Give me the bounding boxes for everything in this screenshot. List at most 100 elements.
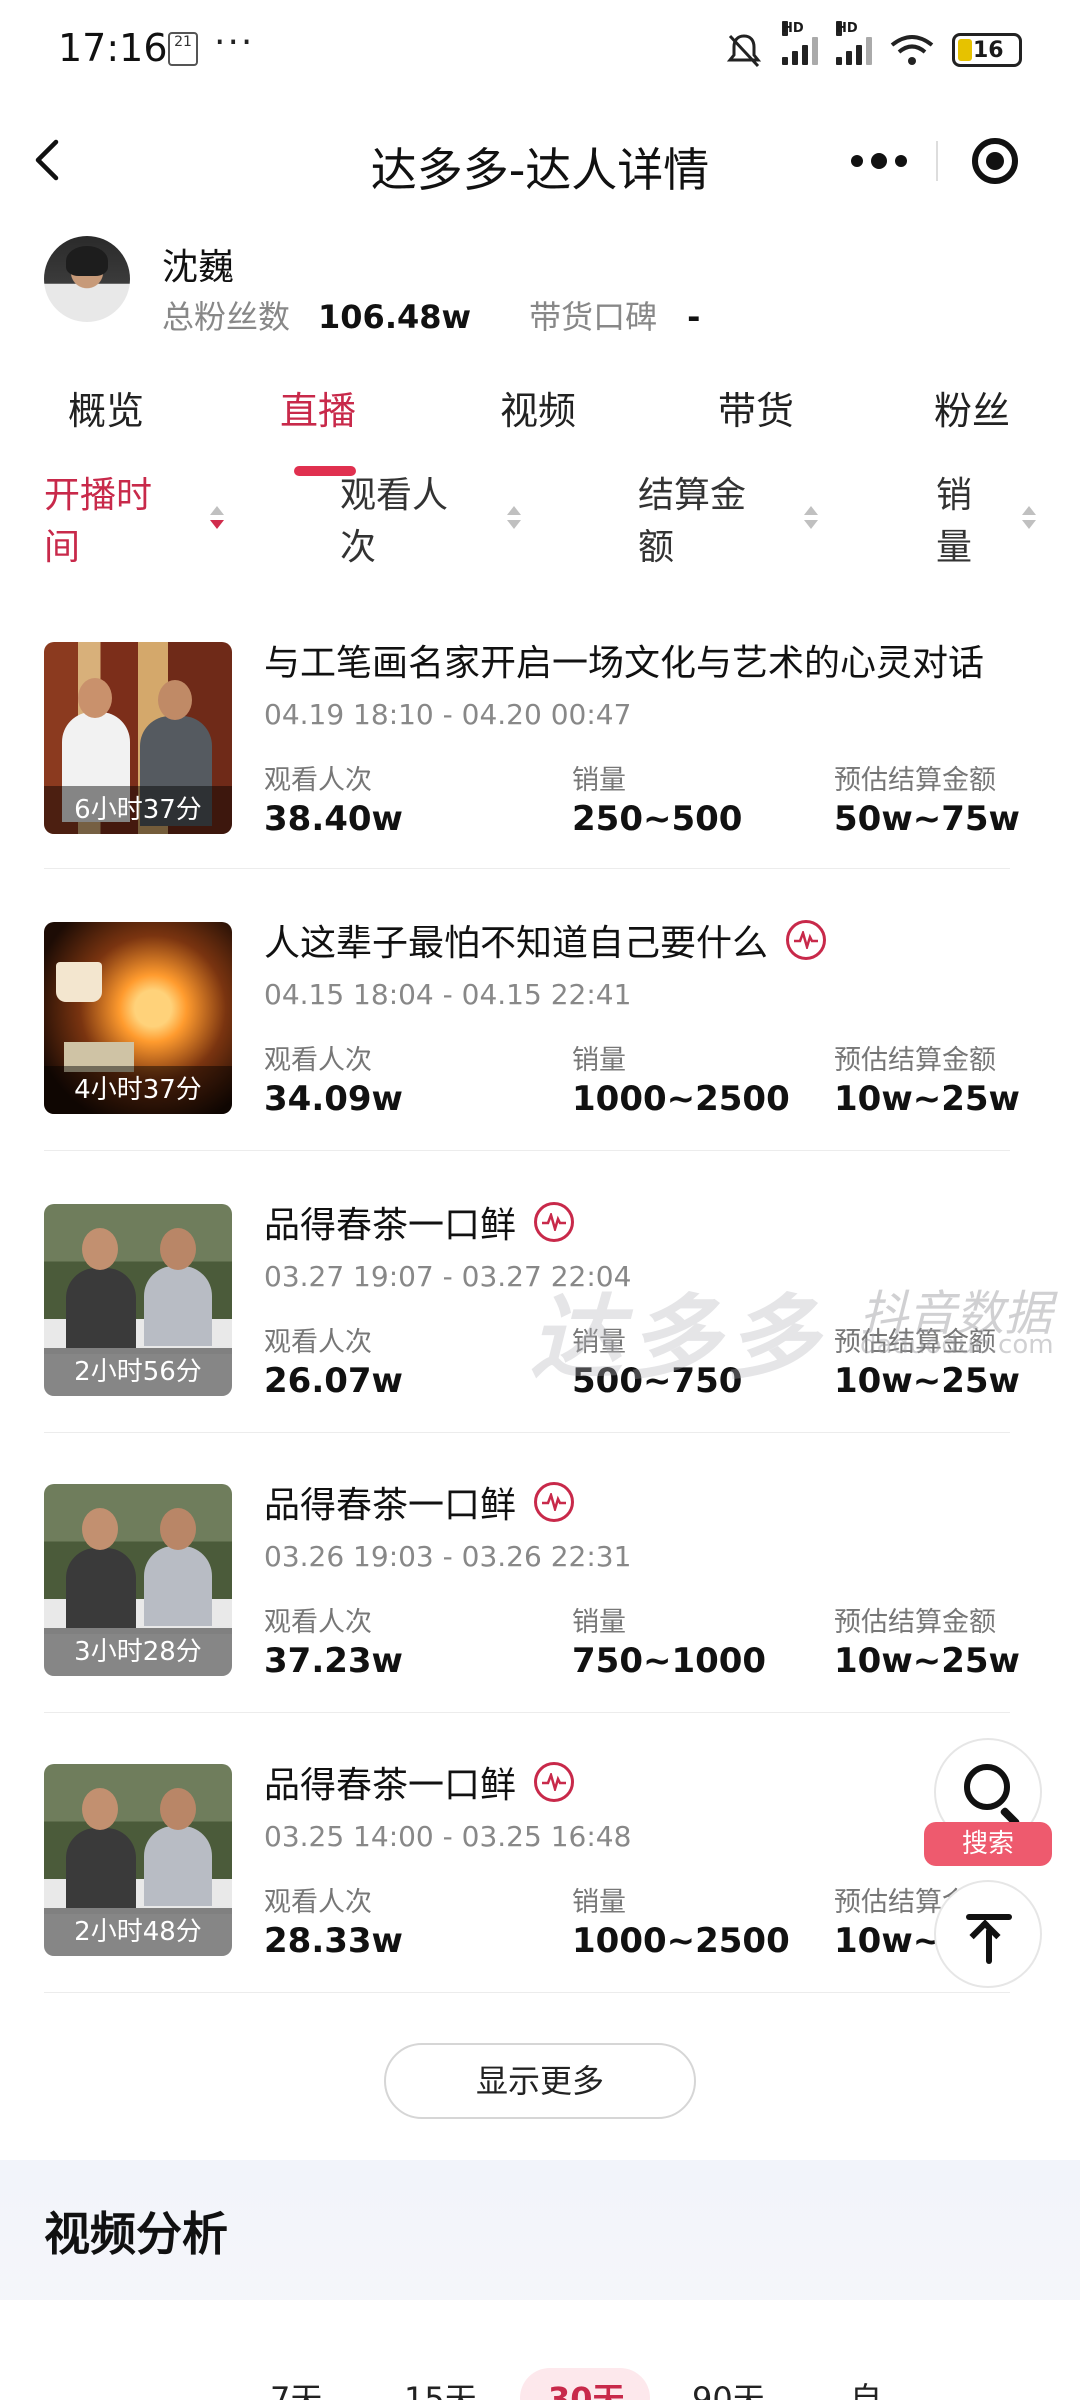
search-icon [964,1764,1010,1810]
metric-value: 10w~25w [834,1361,1020,1401]
more-menu-button[interactable] [822,153,936,169]
fans-value: 106.48w [318,298,472,336]
sort-label: 量 [936,527,973,568]
hd-label-2: HD [836,21,858,36]
arrow-up-icon [966,1914,1012,1920]
status-indicators: HD HD 16 [724,21,1022,72]
battery-icon: 16 [952,33,1022,67]
live-time: 04.15 18:04 - 04.15 22:41 [264,978,632,1011]
metric-label: 预估结算金额 [834,1045,996,1076]
tab-live[interactable]: 直播 [280,380,356,435]
sort-arrows-icon [1020,506,1036,536]
profile-stats: 总粉丝数 106.48w 带货口碑 - [162,292,700,338]
metric-label: 预估结算金额 [834,1327,996,1358]
list-item[interactable]: 6小时37分 与工笔画名家开启一场文化与艺术的心灵对话 04.19 18:10 … [44,632,1044,839]
metric-label: 销量 [572,1327,626,1358]
influencer-profile: 沈巍 总粉丝数 106.48w 带货口碑 - [44,236,1044,336]
sort-label: 间 [44,527,81,568]
status-bar: 17:16 21 ··· HD HD 16 [0,0,1080,100]
divider [44,1150,1010,1151]
sort-views[interactable]: 观看人 次 [340,470,448,574]
show-more-button[interactable]: 显示更多 [384,2043,696,2119]
metric-views: 观看人次 28.33w [264,1880,403,1961]
sort-bar: 开播时 间 观看人 次 结算金 额 销 量 [0,470,1080,580]
status-more-icon: ··· [214,22,255,63]
metric-value: 250~500 [572,799,743,839]
metric-value: 1000~2500 [572,1079,790,1119]
live-pulse-icon [534,1482,575,1522]
tab-15-days[interactable]: 15天 [404,2374,477,2400]
main-tabs: 概览 直播 视频 带货 粉丝 [0,370,1080,480]
tab-7-days[interactable]: 7天 [270,2374,322,2400]
status-time: 17:16 [58,26,168,70]
signal-icon: HD [782,21,818,65]
sort-start-time[interactable]: 开播时 间 [44,470,152,574]
metric-sales: 销量 250~500 [572,758,742,839]
tab-90-days[interactable]: 90天 [692,2374,765,2400]
metric-label: 预估结算金额 [834,765,996,796]
metric-value: 50w~75w [834,799,1020,839]
metric-sales: 销量 1000~2500 [572,1038,790,1119]
list-item[interactable]: 4小时37分 人这辈子最怕不知道自己要什么 04.15 18:04 - 04.1… [44,912,1044,1119]
tab-custom[interactable]: 自 [850,2374,882,2400]
metric-label: 观看人次 [264,1887,372,1918]
battery-level: 16 [973,38,1004,63]
tab-overview[interactable]: 概览 [68,380,144,435]
tab-video[interactable]: 视频 [500,380,576,435]
duration-badge: 3小时28分 [44,1628,232,1676]
mute-icon [726,34,762,68]
metric-value: 34.09w [264,1079,403,1119]
metric-label: 销量 [572,1045,626,1076]
live-thumbnail: 2小时48分 [44,1764,232,1956]
live-title: 人这辈子最怕不知道自己要什么 [264,914,827,966]
sort-settlement[interactable]: 结算金 额 [638,470,746,574]
back-to-top-button[interactable] [934,1880,1042,1988]
tab-fans[interactable]: 粉丝 [934,380,1010,435]
signal-icon-2: HD [836,21,872,65]
metric-label: 预估结算金额 [834,1607,996,1638]
metric-revenue: 预估结算金额 50w~75w [834,758,1020,839]
live-pulse-icon [786,920,827,960]
day-range-tabs: 7天 15天 30天 90天 自 [0,2368,1080,2400]
sort-label: 开播时 [44,475,153,516]
hd-label: HD [782,21,804,36]
live-pulse-icon [534,1762,575,1802]
live-thumbnail: 4小时37分 [44,922,232,1114]
metric-label: 观看人次 [264,1045,372,1076]
more-dot-icon [851,155,863,167]
live-title: 与工笔画名家开启一场文化与艺术的心灵对话 [264,634,984,686]
list-item[interactable]: 2小时48分 品得春茶一口鲜 03.25 14:00 - 03.25 16:48… [44,1754,1044,1961]
tab-goods[interactable]: 带货 [718,380,794,435]
metric-label: 观看人次 [264,1327,372,1358]
reputation-value: - [687,298,701,336]
metric-views: 观看人次 26.07w [264,1320,403,1401]
live-title: 品得春茶一口鲜 [264,1196,575,1248]
metric-label: 观看人次 [264,765,372,796]
metric-sales: 销量 1000~2500 [572,1880,790,1961]
live-title: 品得春茶一口鲜 [264,1476,575,1528]
reputation-label: 带货口碑 [529,298,658,336]
list-item[interactable]: 2小时56分 品得春茶一口鲜 03.27 19:07 - 03.27 22:04… [44,1194,1044,1401]
metric-value: 500~750 [572,1361,743,1401]
metric-label: 销量 [572,765,626,796]
live-thumbnail: 6小时37分 [44,642,232,834]
metric-value: 10w~25w [834,1641,1020,1681]
divider [44,1992,1010,1993]
sort-sales[interactable]: 销 量 [936,470,972,574]
target-icon [972,138,1018,184]
avatar[interactable] [44,236,130,322]
metric-value: 26.07w [264,1361,403,1401]
live-time: 03.25 14:00 - 03.25 16:48 [264,1820,632,1853]
duration-badge: 2小时48分 [44,1908,232,1956]
metric-value: 1000~2500 [572,1921,790,1961]
divider [44,1432,1010,1433]
sort-label: 结算金 [638,475,747,516]
metric-value: 10w~25w [834,1079,1020,1119]
live-time: 03.26 19:03 - 03.26 22:31 [264,1540,632,1573]
close-mini-program-button[interactable] [938,138,1052,184]
list-item[interactable]: 3小时28分 品得春茶一口鲜 03.26 19:03 - 03.26 22:31… [44,1474,1044,1681]
metric-label: 观看人次 [264,1607,372,1638]
search-label[interactable]: 搜索 [924,1822,1052,1866]
live-title-text: 品得春茶一口鲜 [264,1765,517,1806]
tab-30-days[interactable]: 30天 [548,2374,625,2400]
